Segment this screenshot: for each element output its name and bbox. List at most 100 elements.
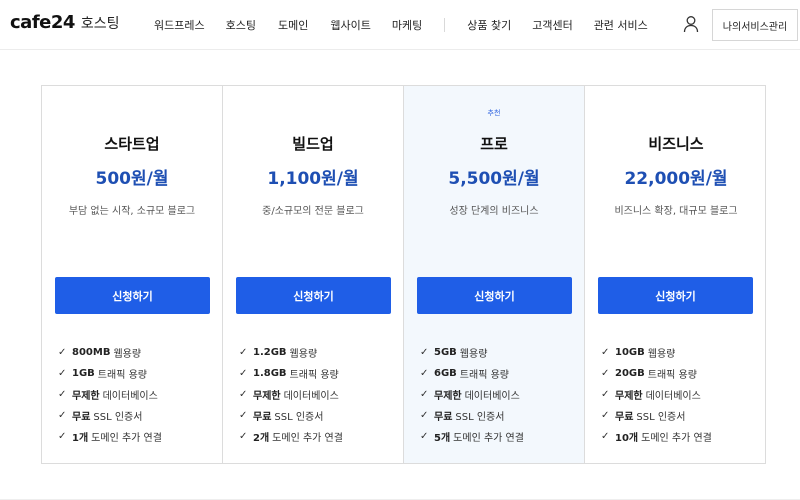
feature-item: ✓ 무료 SSL 인증서 bbox=[239, 405, 343, 426]
feature-label: 데이터베이스 bbox=[102, 391, 158, 402]
feature-label: 웹용량 bbox=[647, 349, 676, 360]
apply-button[interactable]: 신청하기 bbox=[417, 277, 572, 314]
feature-value: 무제한 bbox=[434, 391, 462, 402]
feature-item: ✓ 무제한 데이터베이스 bbox=[58, 384, 162, 405]
feature-list: ✓ 1.2GB 웹용량 ✓ 1.8GB 트래픽 용량 ✓ 무제한 데이터베이스 ✓ 무료 SSL… bbox=[239, 342, 343, 447]
check-icon: ✓ bbox=[601, 347, 610, 358]
check-icon: ✓ bbox=[420, 389, 429, 400]
feature-value: 무료 bbox=[434, 412, 453, 423]
feature-label: 데이터베이스 bbox=[283, 391, 339, 402]
feature-item: ✓ 무료 SSL 인증서 bbox=[601, 405, 712, 426]
feature-label: 웹용량 bbox=[289, 349, 318, 360]
check-icon: ✓ bbox=[58, 431, 67, 442]
feature-item: ✓ 1개 도메인 추가 연결 bbox=[58, 426, 162, 447]
feature-item: ✓ 무제한 데이터베이스 bbox=[601, 384, 712, 405]
feature-value: 무제한 bbox=[72, 391, 100, 402]
feature-label: 트래픽 용량 bbox=[289, 370, 339, 381]
check-icon: ✓ bbox=[420, 410, 429, 421]
check-icon: ✓ bbox=[239, 389, 248, 400]
feature-value: 5개 bbox=[434, 433, 451, 444]
feature-item: ✓ 1.8GB 트래픽 용량 bbox=[239, 363, 343, 384]
feature-list: ✓ 800MB 웹용량 ✓ 1GB 트래픽 용량 ✓ 무제한 데이터베이스 ✓ 무료 SSL 인… bbox=[58, 342, 162, 447]
feature-value: 1개 bbox=[72, 433, 89, 444]
user-icon[interactable] bbox=[682, 15, 700, 33]
feature-value: 1GB bbox=[72, 368, 95, 379]
feature-value: 20GB bbox=[615, 368, 645, 379]
nav-item-related-services[interactable]: 관련 서비스 bbox=[594, 17, 648, 33]
apply-button[interactable]: 신청하기 bbox=[598, 277, 753, 314]
feature-item: ✓ 20GB 트래픽 용량 bbox=[601, 363, 712, 384]
check-icon: ✓ bbox=[239, 410, 248, 421]
nav-item-hosting[interactable]: 호스팅 bbox=[226, 17, 256, 33]
feature-value: 6GB bbox=[434, 368, 457, 379]
recommended-badge: 추천 bbox=[487, 109, 501, 117]
nav-item-domain[interactable]: 도메인 bbox=[278, 17, 308, 33]
plan-name: 빌드업 bbox=[292, 135, 334, 153]
feature-value: 무제한 bbox=[253, 391, 281, 402]
nav-item-website[interactable]: 웹사이트 bbox=[330, 17, 370, 33]
feature-label: 도메인 추가 연결 bbox=[641, 433, 712, 444]
feature-list: ✓ 10GB 웹용량 ✓ 20GB 트래픽 용량 ✓ 무제한 데이터베이스 ✓ 무료 SSL 인… bbox=[601, 342, 712, 447]
logo-subtitle: 호스팅 bbox=[80, 15, 120, 32]
check-icon: ✓ bbox=[601, 389, 610, 400]
feature-label: 트래픽 용량 bbox=[97, 370, 147, 381]
feature-value: 무제한 bbox=[615, 391, 643, 402]
nav-item-wordpress[interactable]: 워드프레스 bbox=[154, 17, 205, 33]
check-icon: ✓ bbox=[58, 368, 67, 379]
logo[interactable]: cafe24 호스팅 bbox=[10, 12, 120, 33]
feature-value: 10개 bbox=[615, 433, 639, 444]
plan-price: 500원/월 bbox=[95, 169, 169, 189]
plan-card-business: 비즈니스 22,000원/월 비즈니스 확장, 대규모 블로그 신청하기 ✓ 10… bbox=[585, 86, 767, 463]
nav-item-customer-center[interactable]: 고객센터 bbox=[532, 17, 572, 33]
check-icon: ✓ bbox=[239, 368, 248, 379]
feature-item: ✓ 10개 도메인 추가 연결 bbox=[601, 426, 712, 447]
plan-price: 22,000원/월 bbox=[624, 169, 728, 189]
feature-label: 도메인 추가 연결 bbox=[453, 433, 524, 444]
top-header: cafe24 호스팅 워드프레스 호스팅 도메인 웹사이트 마케팅 상품 찾기 … bbox=[0, 0, 800, 50]
check-icon: ✓ bbox=[601, 410, 610, 421]
pricing-plans: 스타트업 500원/월 부담 없는 시작, 소규모 블로그 신청하기 ✓ 800M… bbox=[41, 85, 766, 464]
check-icon: ✓ bbox=[420, 431, 429, 442]
check-icon: ✓ bbox=[239, 431, 248, 442]
check-icon: ✓ bbox=[420, 368, 429, 379]
feature-list: ✓ 5GB 웹용량 ✓ 6GB 트래픽 용량 ✓ 무제한 데이터베이스 ✓ 무료 SSL 인증서… bbox=[420, 342, 524, 447]
nav-divider bbox=[444, 18, 446, 32]
feature-value: 1.8GB bbox=[253, 368, 287, 379]
feature-value: 무료 bbox=[253, 412, 272, 423]
logo-mark: cafe24 bbox=[10, 12, 75, 33]
feature-value: 무료 bbox=[72, 412, 91, 423]
feature-item: ✓ 1GB 트래픽 용량 bbox=[58, 363, 162, 384]
feature-item: ✓ 6GB 트래픽 용량 bbox=[420, 363, 524, 384]
apply-button[interactable]: 신청하기 bbox=[236, 277, 391, 314]
feature-item: ✓ 무제한 데이터베이스 bbox=[420, 384, 524, 405]
check-icon: ✓ bbox=[58, 347, 67, 358]
plan-description: 비즈니스 확장, 대규모 블로그 bbox=[614, 206, 738, 217]
feature-label: 도메인 추가 연결 bbox=[272, 433, 343, 444]
main-nav: 워드프레스 호스팅 도메인 웹사이트 마케팅 상품 찾기 고객센터 관련 서비스 bbox=[154, 17, 648, 33]
feature-item: ✓ 5개 도메인 추가 연결 bbox=[420, 426, 524, 447]
feature-label: 데이터베이스 bbox=[645, 391, 701, 402]
plan-description: 부담 없는 시작, 소규모 블로그 bbox=[68, 206, 196, 217]
feature-item: ✓ 무료 SSL 인증서 bbox=[420, 405, 524, 426]
feature-value: 800MB bbox=[72, 347, 111, 358]
check-icon: ✓ bbox=[601, 368, 610, 379]
plan-card-pro: 추천 프로 5,500원/월 성장 단계의 비즈니스 신청하기 ✓ 5GB 웹용량 … bbox=[404, 86, 585, 463]
feature-label: 트래픽 용량 bbox=[459, 370, 509, 381]
plan-card-buildup: 빌드업 1,100원/월 중/소규모의 전문 블로그 신청하기 ✓ 1.2GB 웹용… bbox=[223, 86, 404, 463]
check-icon: ✓ bbox=[601, 431, 610, 442]
plan-name: 스타트업 bbox=[104, 135, 160, 153]
feature-item: ✓ 5GB 웹용량 bbox=[420, 342, 524, 363]
plan-description: 중/소규모의 전문 블로그 bbox=[262, 206, 364, 217]
my-service-button[interactable]: 나의서비스관리 bbox=[712, 9, 798, 41]
apply-button[interactable]: 신청하기 bbox=[55, 277, 210, 314]
check-icon: ✓ bbox=[239, 347, 248, 358]
plan-name: 비즈니스 bbox=[648, 135, 704, 153]
feature-value: 10GB bbox=[615, 347, 645, 358]
check-icon: ✓ bbox=[58, 410, 67, 421]
nav-item-find-product[interactable]: 상품 찾기 bbox=[467, 17, 511, 33]
feature-label: SSL 인증서 bbox=[455, 412, 505, 423]
plan-price: 5,500원/월 bbox=[448, 169, 540, 189]
nav-item-marketing[interactable]: 마케팅 bbox=[392, 17, 422, 33]
feature-label: 데이터베이스 bbox=[464, 391, 520, 402]
check-icon: ✓ bbox=[420, 347, 429, 358]
